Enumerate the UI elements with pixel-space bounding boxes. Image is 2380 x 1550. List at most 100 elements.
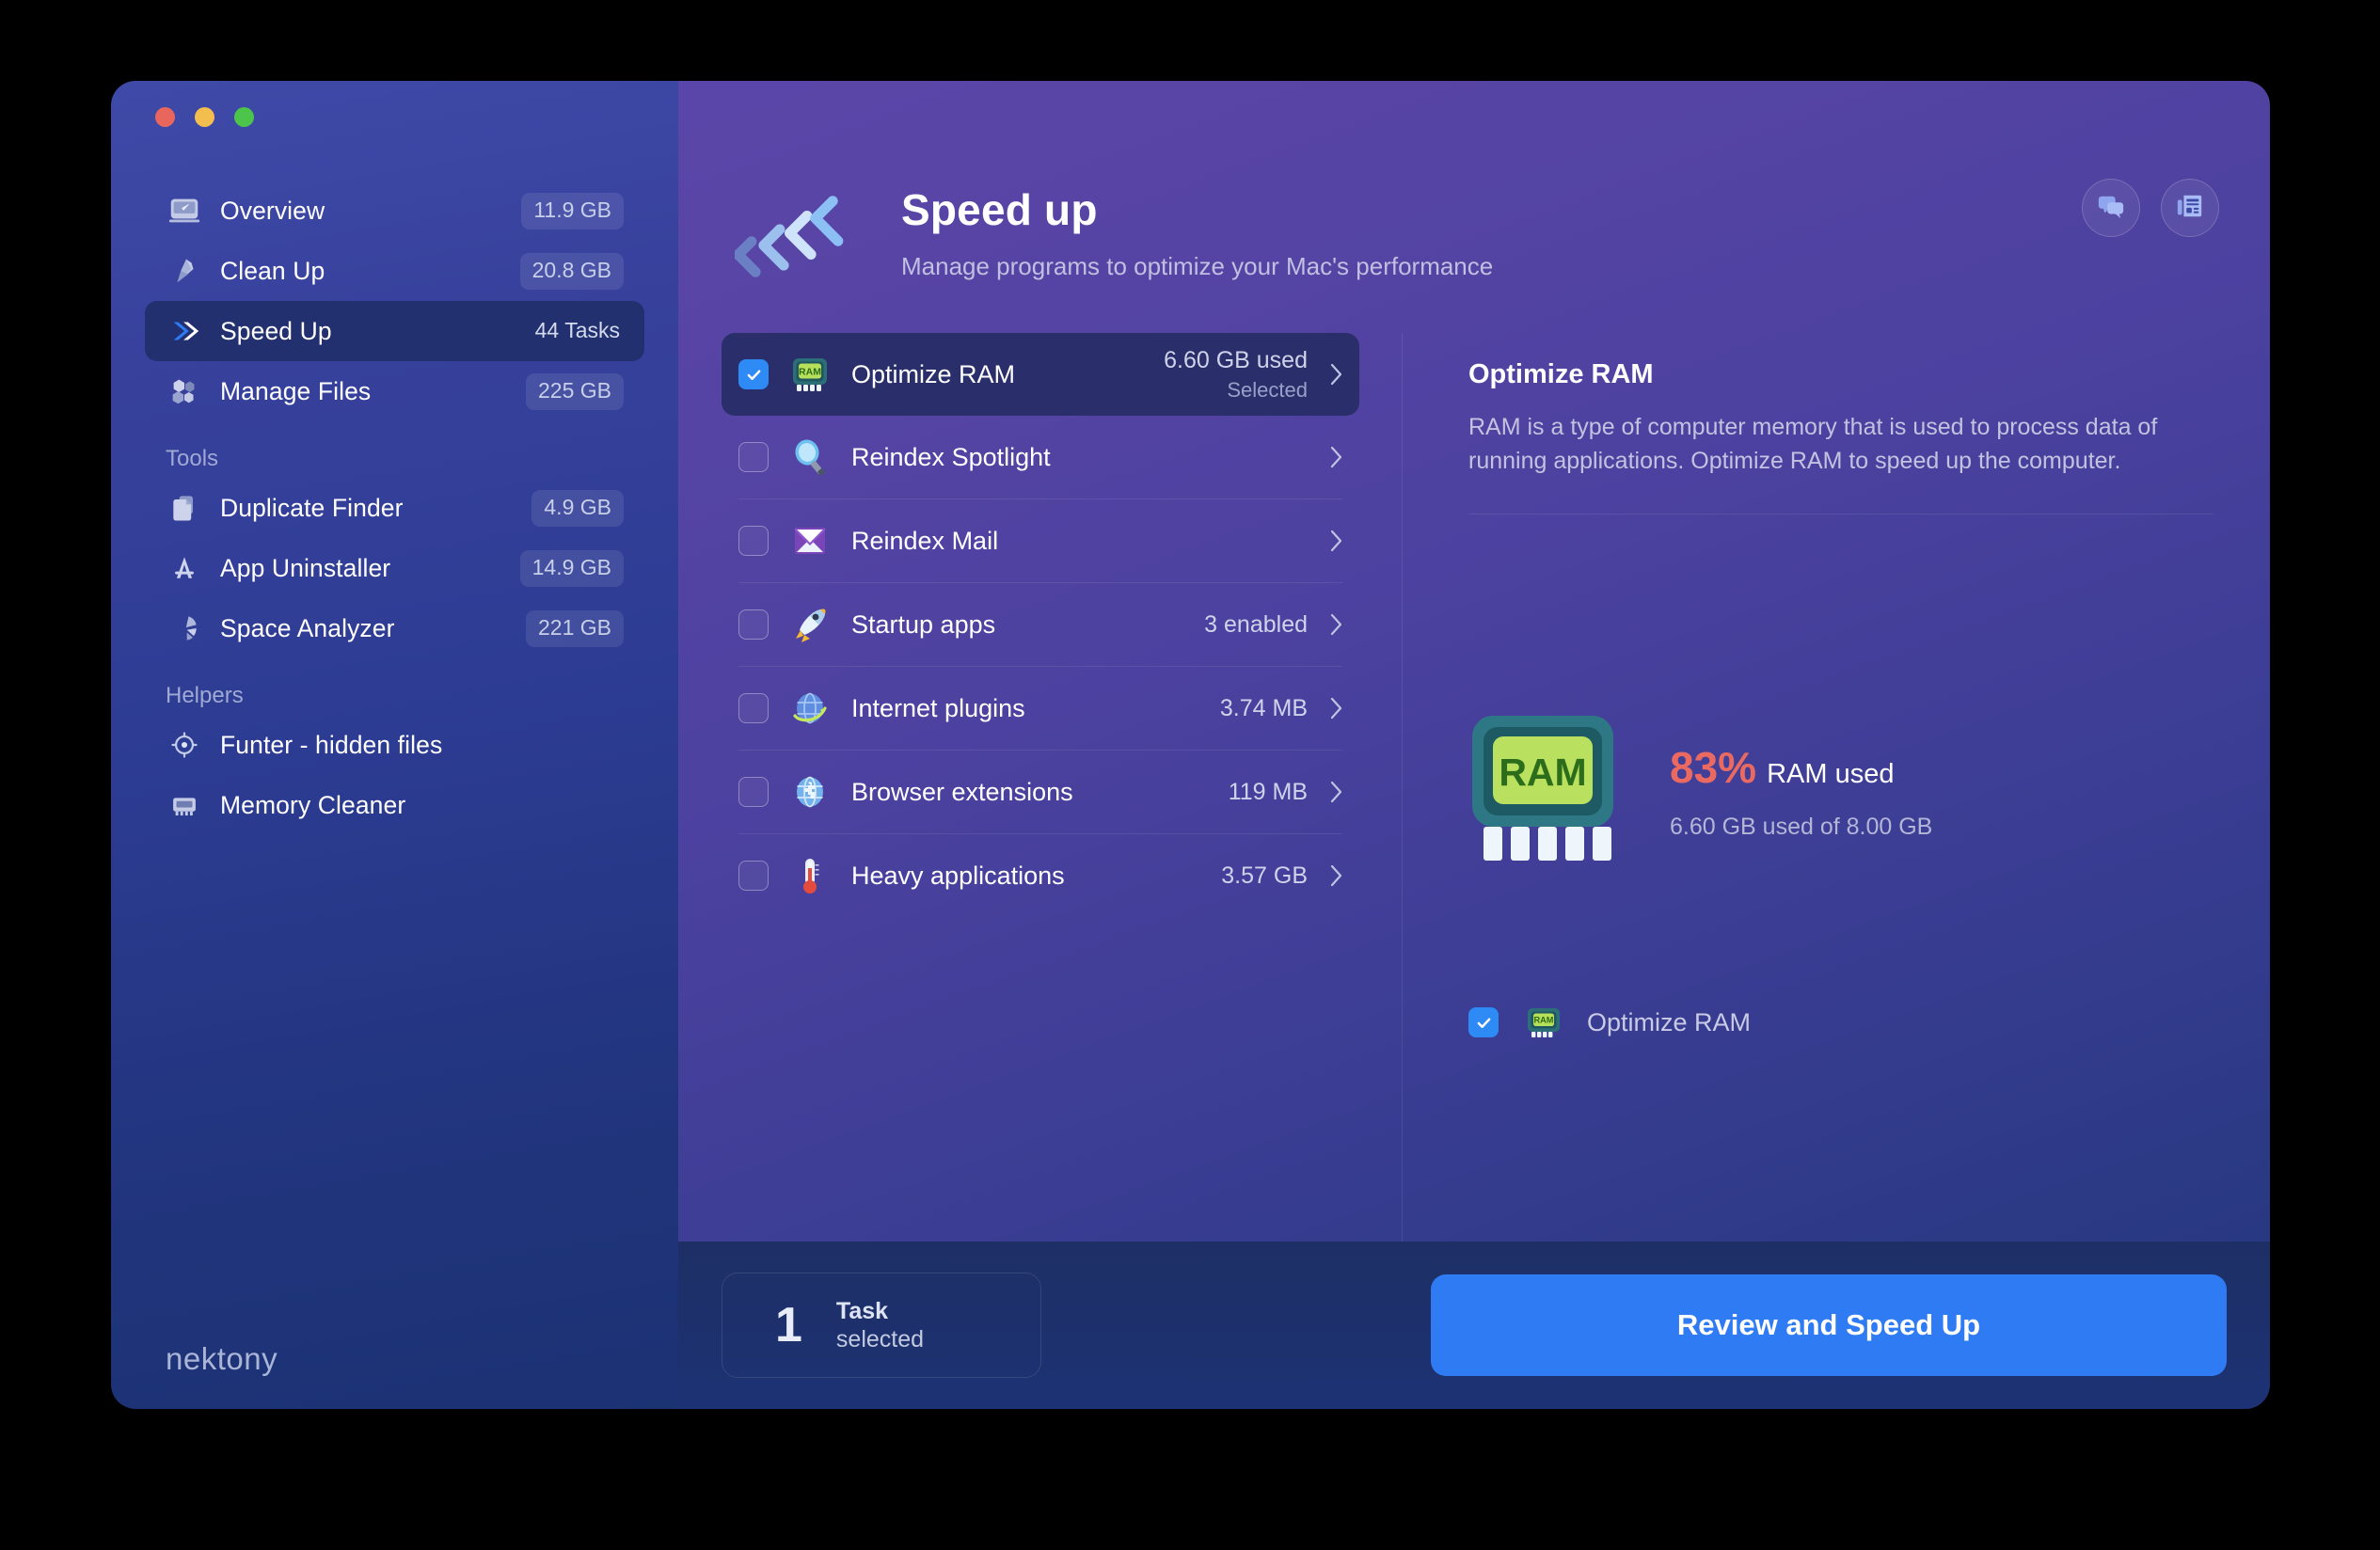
task-counter: 1 Task selected (722, 1273, 1041, 1378)
chevron-right-icon[interactable] (1330, 446, 1342, 468)
sidebar-item-speed-up[interactable]: Speed Up 44 Tasks (145, 301, 644, 361)
close-button[interactable] (155, 107, 175, 127)
task-row[interactable]: Reindex Mail (722, 499, 1359, 582)
thermometer-icon (789, 855, 831, 896)
ram-chip-large-icon: RAM (1468, 714, 1630, 862)
task-checkbox[interactable] (738, 777, 769, 807)
zoom-button[interactable] (234, 107, 254, 127)
task-meta-primary: 119 MB (1228, 778, 1308, 805)
sidebar-item-label: Manage Files (220, 376, 372, 405)
feedback-button[interactable] (2082, 179, 2140, 237)
task-count-line2: selected (835, 1326, 925, 1352)
ram-chip-icon: RAM (789, 354, 831, 395)
task-meta-secondary: Selected (1227, 377, 1308, 402)
globe-puzzle-icon (789, 771, 831, 813)
task-checkbox[interactable] (738, 526, 769, 556)
sidebar-item-duplicate-finder[interactable]: Duplicate Finder 4.9 GB (145, 478, 644, 538)
task-checkbox[interactable] (738, 442, 769, 472)
sidebar-group-tools: Tools Duplicate Finder 4.9 GB App Uninst… (111, 446, 678, 658)
globe-arrow-icon (789, 688, 831, 729)
sidebar: Overview 11.9 GB Clean Up 20.8 GB Speed … (111, 81, 678, 1409)
pie-chart-icon (166, 609, 203, 647)
header-actions (2082, 179, 2219, 237)
sidebar-item-app-uninstaller[interactable]: App Uninstaller 14.9 GB (145, 538, 644, 598)
page-subtitle: Manage programs to optimize your Mac's p… (901, 252, 1494, 280)
optimize-ram-option-label: Optimize RAM (1587, 1007, 1752, 1036)
news-icon (2176, 192, 2204, 225)
detail-panel: Optimize RAM RAM is a type of computer m… (1403, 333, 2270, 1242)
ram-usage-block: RAM 83% RAM used 6.60 GB used of 8.00 GB (1468, 714, 2213, 862)
task-meta-primary: 3.57 GB (1221, 862, 1308, 889)
sidebar-item-label: Duplicate Finder (220, 493, 404, 522)
content-body: RAM Optimize RAM 6.60 GB used Selected R… (678, 333, 2270, 1242)
magnifier-icon (789, 436, 831, 478)
task-checkbox[interactable] (738, 609, 769, 640)
chevron-right-icon[interactable] (1330, 864, 1342, 887)
sidebar-item-badge: 44 Tasks (534, 317, 620, 342)
sidebar-section-header-tools: Tools (166, 446, 219, 471)
task-checkbox[interactable] (738, 861, 769, 891)
task-count-line1: Task (835, 1297, 889, 1324)
chevron-right-icon[interactable] (1330, 781, 1342, 803)
sidebar-item-badge: 11.9 GB (521, 192, 624, 229)
rocket-icon (789, 604, 831, 645)
speed-up-chevrons-icon (733, 179, 862, 277)
target-icon (166, 726, 203, 764)
task-row[interactable]: RAM Optimize RAM 6.60 GB used Selected (722, 333, 1359, 416)
sidebar-item-manage-files[interactable]: Manage Files 225 GB (145, 361, 644, 421)
ram-percent-line: 83% RAM used (1670, 742, 1932, 793)
sidebar-item-funter[interactable]: Funter - hidden files (145, 715, 644, 775)
main-content: Speed up Manage programs to optimize you… (678, 81, 2270, 1409)
task-label: Optimize RAM (851, 359, 1016, 388)
sidebar-item-label: Speed Up (220, 316, 332, 345)
brand-text: nektony (166, 1341, 278, 1376)
task-meta: 3.57 GB (1221, 862, 1308, 890)
ram-percent-value: 83% (1670, 743, 1757, 792)
task-label: Heavy applications (851, 861, 1065, 890)
task-label: Startup apps (851, 609, 996, 639)
task-count-text: Task selected (836, 1297, 924, 1354)
sidebar-item-badge: 14.9 GB (519, 549, 624, 587)
ram-percent-label: RAM used (1767, 759, 1895, 789)
task-label: Browser extensions (851, 777, 1073, 806)
svg-text:RAM: RAM (799, 367, 821, 378)
broom-icon (166, 252, 203, 290)
sidebar-item-memory-cleaner[interactable]: Memory Cleaner (145, 775, 644, 835)
app-window: Overview 11.9 GB Clean Up 20.8 GB Speed … (111, 81, 2270, 1409)
chevron-right-icon[interactable] (1330, 530, 1342, 552)
sidebar-item-clean-up[interactable]: Clean Up 20.8 GB (145, 241, 644, 301)
sidebar-group-helpers: Helpers Funter - hidden files Memory Cle… (111, 683, 678, 835)
task-row[interactable]: Reindex Spotlight (722, 416, 1359, 498)
task-row[interactable]: Browser extensions 119 MB (722, 751, 1359, 833)
chevron-right-icon[interactable] (1330, 613, 1342, 636)
optimize-ram-option-row[interactable]: RAM Optimize RAM (1468, 1004, 2213, 1041)
chevron-right-icon[interactable] (1330, 363, 1342, 386)
task-label: Reindex Mail (851, 526, 999, 555)
sidebar-item-space-analyzer[interactable]: Space Analyzer 221 GB (145, 598, 644, 658)
hexagons-icon (166, 372, 203, 410)
optimize-ram-checkbox[interactable] (1468, 1007, 1499, 1037)
sidebar-item-overview[interactable]: Overview 11.9 GB (145, 181, 644, 241)
page-title: Speed up (901, 185, 1098, 234)
task-row[interactable]: Heavy applications 3.57 GB (722, 834, 1359, 917)
sidebar-section-header-helpers: Helpers (166, 683, 244, 708)
sidebar-item-label: Memory Cleaner (220, 790, 406, 819)
news-button[interactable] (2161, 179, 2219, 237)
ram-chip-icon: RAM (1525, 1004, 1563, 1041)
svg-text:RAM: RAM (1534, 1016, 1554, 1025)
task-checkbox[interactable] (738, 359, 769, 389)
ram-stats: 83% RAM used 6.60 GB used of 8.00 GB (1670, 714, 1932, 841)
mail-envelope-icon (789, 520, 831, 561)
task-meta: 3 enabled (1204, 611, 1308, 639)
task-label: Internet plugins (851, 693, 1025, 722)
chevron-right-icon[interactable] (1330, 697, 1342, 720)
task-checkbox[interactable] (738, 693, 769, 723)
review-and-speed-up-button[interactable]: Review and Speed Up (1431, 1274, 2227, 1376)
task-row[interactable]: Internet plugins 3.74 MB (722, 667, 1359, 750)
minimize-button[interactable] (195, 107, 214, 127)
task-meta: 6.60 GB used Selected (1164, 347, 1308, 403)
task-meta: 3.74 MB (1220, 695, 1308, 722)
task-meta-primary: 3.74 MB (1219, 694, 1308, 721)
task-row[interactable]: Startup apps 3 enabled (722, 583, 1359, 666)
documents-icon (166, 489, 203, 527)
